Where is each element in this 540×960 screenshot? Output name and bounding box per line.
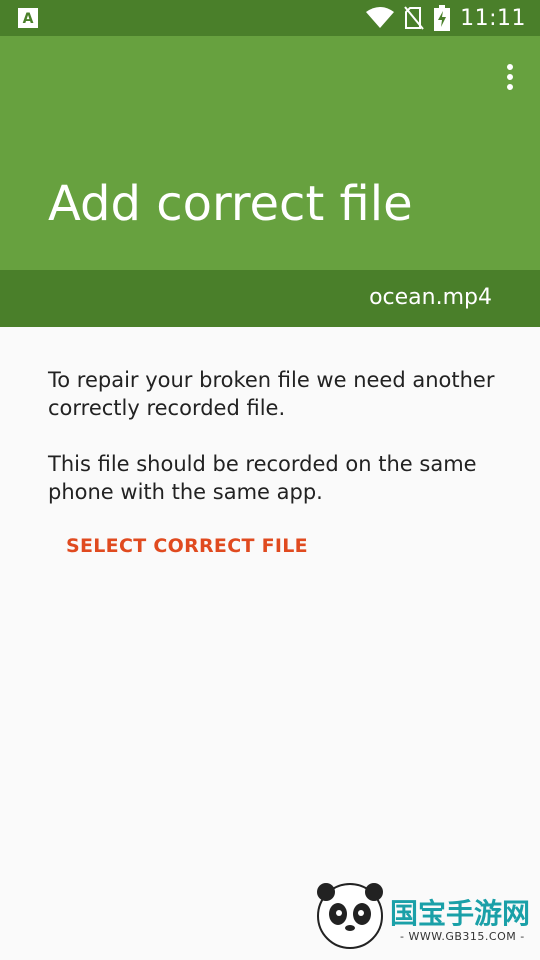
status-bar: A 11:11 <box>0 0 540 36</box>
watermark: 国宝手游网 - WWW.GB315.COM - <box>312 876 532 954</box>
panda-logo-icon <box>317 883 383 949</box>
battery-charging-icon <box>434 5 451 31</box>
select-correct-file-button[interactable]: SELECT CORRECT FILE <box>48 524 326 568</box>
file-name: ocean.mp4 <box>369 285 492 310</box>
watermark-brand: 国宝手游网 <box>390 897 531 930</box>
app-bar: Add correct file <box>0 36 540 270</box>
instruction-paragraph-2: This file should be recorded on the same… <box>48 452 477 504</box>
file-bar: ocean.mp4 <box>0 270 540 327</box>
status-icons: 11:11 <box>366 4 526 32</box>
svg-text:A: A <box>23 11 34 27</box>
more-vert-icon[interactable] <box>502 64 518 92</box>
instruction-paragraph-1: To repair your broken file we need anoth… <box>48 368 495 420</box>
wifi-icon <box>366 7 395 28</box>
instructions: To repair your broken file we need anoth… <box>48 366 498 506</box>
app-a-icon: A <box>18 8 38 28</box>
page-title: Add correct file <box>48 176 413 232</box>
status-time: 11:11 <box>460 5 526 31</box>
no-sim-icon <box>404 6 424 30</box>
watermark-url: - WWW.GB315.COM - <box>400 930 525 943</box>
